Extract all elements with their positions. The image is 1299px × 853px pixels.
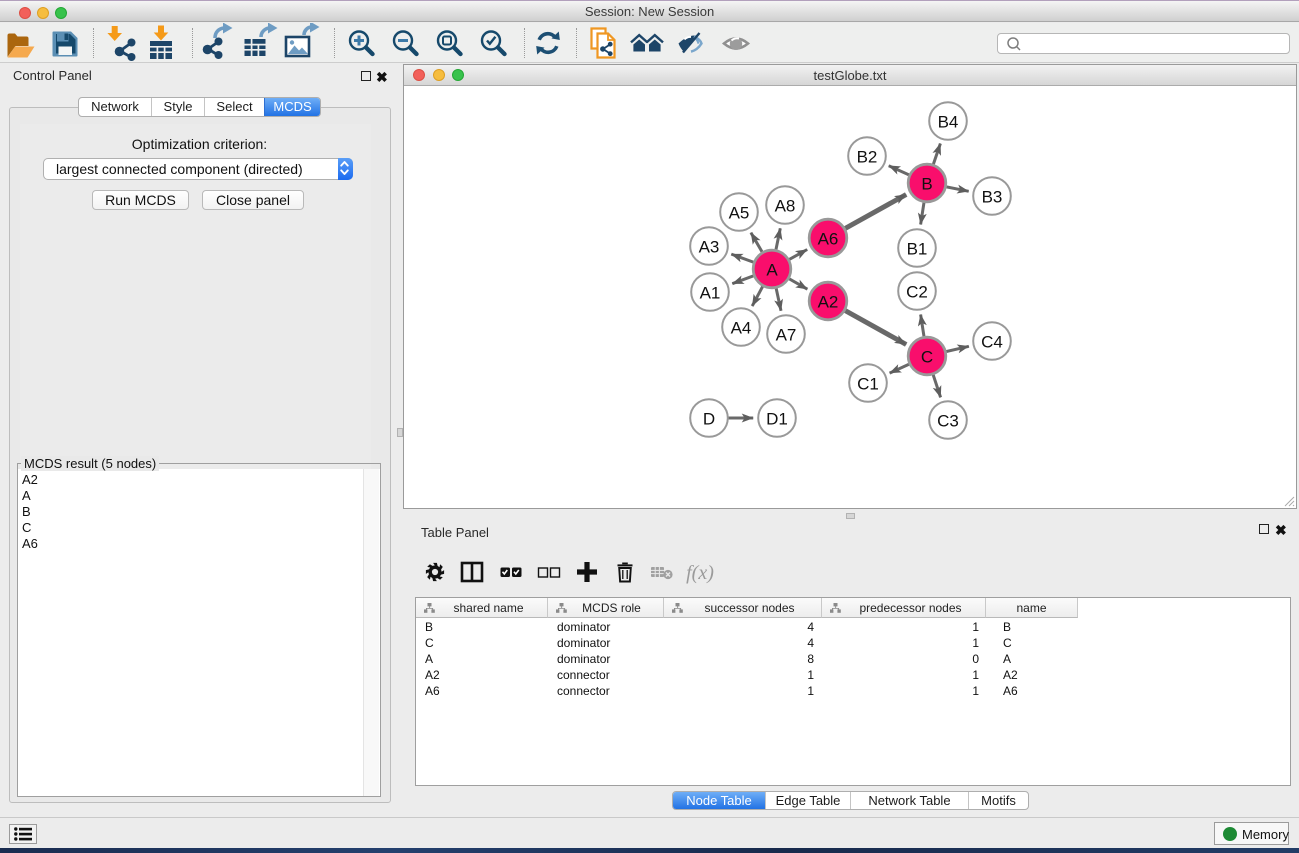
svg-text:B1: B1 bbox=[907, 240, 928, 259]
svg-text:C: C bbox=[921, 348, 933, 367]
svg-text:A6: A6 bbox=[818, 230, 839, 249]
svg-text:A7: A7 bbox=[776, 326, 797, 345]
svg-text:A8: A8 bbox=[775, 197, 796, 216]
svg-text:A5: A5 bbox=[729, 204, 750, 223]
svg-text:B2: B2 bbox=[857, 148, 878, 167]
svg-text:B4: B4 bbox=[938, 113, 959, 132]
svg-text:A1: A1 bbox=[700, 284, 721, 303]
svg-text:A: A bbox=[766, 261, 778, 280]
svg-text:C4: C4 bbox=[981, 333, 1003, 352]
svg-text:B: B bbox=[921, 175, 932, 194]
svg-text:f(x): f(x) bbox=[686, 562, 714, 584]
svg-text:A3: A3 bbox=[699, 238, 720, 257]
svg-text:D: D bbox=[703, 410, 715, 429]
svg-text:D1: D1 bbox=[766, 410, 788, 429]
svg-text:C3: C3 bbox=[937, 412, 959, 431]
svg-text:A2: A2 bbox=[818, 293, 839, 312]
svg-text:C2: C2 bbox=[906, 283, 928, 302]
svg-text:C1: C1 bbox=[857, 375, 879, 394]
svg-text:A4: A4 bbox=[731, 319, 752, 338]
svg-text:B3: B3 bbox=[982, 188, 1003, 207]
